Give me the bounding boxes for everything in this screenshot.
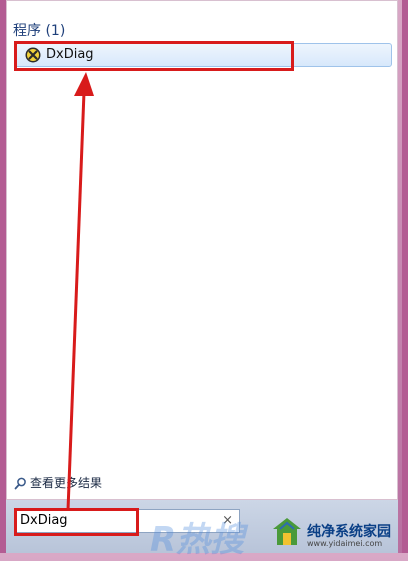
site-logo-icon	[273, 518, 301, 545]
annotation-arrow	[66, 72, 94, 511]
watermark-graphic: R热搜	[150, 520, 245, 560]
watermark-url: www.yidaimei.com	[307, 539, 383, 548]
watermark-brand: 纯净系统家园	[307, 524, 391, 540]
